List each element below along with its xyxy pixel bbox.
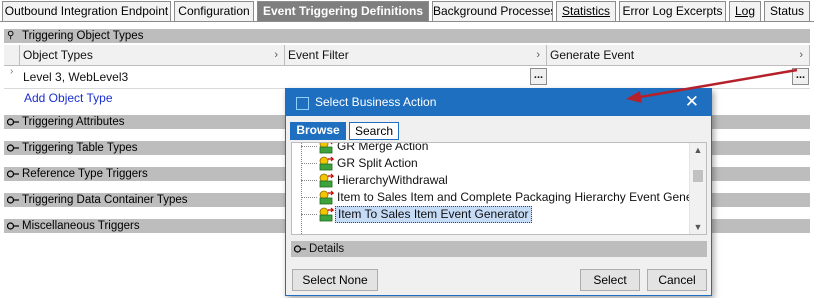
tree-item[interactable]: Item to Sales Item and Complete Packagin… bbox=[292, 189, 706, 206]
business-action-tree[interactable]: GR Merge Action GR Split Action Hierarch… bbox=[291, 142, 707, 235]
scroll-thumb[interactable] bbox=[693, 170, 703, 182]
column-header-object-types[interactable]: Object Types › bbox=[20, 45, 285, 66]
tab-outbound-integration-endpoint[interactable]: Outbound Integration Endpoint bbox=[2, 1, 171, 21]
tab-bar: Outbound Integration Endpoint Configurat… bbox=[0, 0, 814, 22]
expand-icon bbox=[7, 144, 19, 152]
section-label: Triggering Table Types bbox=[22, 142, 138, 154]
add-object-type-link[interactable]: Add Object Type bbox=[24, 91, 113, 105]
select-button[interactable]: Select bbox=[580, 269, 640, 291]
tree-item-label: Item To Sales Item Event Generator bbox=[335, 206, 532, 223]
tree-scrollbar[interactable]: ▲ ▼ bbox=[689, 143, 706, 234]
tab-log-label: Log bbox=[734, 4, 756, 18]
object-types-grid: Object Types › Event Filter › Generate E… bbox=[4, 45, 810, 89]
row-chevron-icon: › bbox=[10, 66, 14, 77]
tab-event-triggering-definitions[interactable]: Event Triggering Definitions bbox=[257, 1, 429, 21]
tree-item-label: HierarchyWithdrawal bbox=[337, 173, 448, 187]
pin-icon: ⚲ bbox=[7, 30, 15, 41]
tree-item-label: GR Split Action bbox=[337, 156, 418, 170]
expand-icon bbox=[7, 118, 19, 126]
tab-statistics[interactable]: Statistics bbox=[556, 1, 616, 21]
row-selector-header bbox=[4, 45, 20, 66]
tree-connector bbox=[301, 197, 317, 198]
dialog-title: Select Business Action bbox=[315, 95, 437, 109]
tree-item-label: Item to Sales Item and Complete Packagin… bbox=[337, 190, 707, 204]
tab-configuration[interactable]: Configuration bbox=[174, 1, 254, 21]
tab-browse[interactable]: Browse bbox=[290, 122, 346, 140]
section-label: Triggering Data Container Types bbox=[22, 194, 188, 206]
tree-item[interactable]: GR Merge Action bbox=[292, 142, 692, 155]
tree-item-label: GR Merge Action bbox=[337, 142, 429, 153]
column-header-label: Object Types bbox=[23, 48, 93, 62]
section-label: Reference Type Triggers bbox=[22, 168, 148, 180]
cancel-button[interactable]: Cancel bbox=[647, 269, 707, 291]
tree-item-selected[interactable]: Item To Sales Item Event Generator bbox=[292, 206, 692, 223]
tree-connector bbox=[301, 180, 317, 181]
section-label: Miscellaneous Triggers bbox=[22, 220, 140, 232]
details-label: Details bbox=[309, 243, 345, 255]
column-header-label: Generate Event bbox=[550, 48, 635, 62]
column-header-label: Event Filter bbox=[288, 48, 349, 62]
tree-item[interactable]: GR Split Action bbox=[292, 155, 692, 172]
business-action-icon bbox=[318, 207, 335, 227]
chevron-right-icon: › bbox=[536, 49, 540, 61]
details-section[interactable]: Details bbox=[291, 241, 707, 257]
tab-statistics-label: Statistics bbox=[561, 4, 610, 18]
chevron-right-icon: › bbox=[274, 49, 278, 61]
tab-error-log-excerpts[interactable]: Error Log Excerpts bbox=[619, 1, 726, 21]
section-label: Triggering Object Types bbox=[22, 30, 144, 42]
tab-divider bbox=[0, 21, 814, 22]
select-none-button[interactable]: Select None bbox=[292, 269, 378, 291]
generate-event-browse-button[interactable]: ... bbox=[792, 68, 809, 85]
select-business-action-dialog: Select Business Action ✕ Browse Search G… bbox=[285, 88, 712, 296]
chevron-right-icon: › bbox=[799, 49, 803, 61]
tab-search[interactable]: Search bbox=[349, 122, 399, 140]
cell-object-type[interactable]: Level 3, WebLevel3 bbox=[23, 66, 128, 89]
tree-connector bbox=[301, 163, 317, 164]
expand-icon bbox=[7, 222, 19, 230]
dialog-title-bar[interactable]: Select Business Action ✕ bbox=[286, 89, 711, 116]
tab-status[interactable]: Status bbox=[764, 1, 810, 21]
tab-log[interactable]: Log bbox=[729, 1, 761, 21]
close-icon[interactable]: ✕ bbox=[685, 92, 699, 112]
section-label: Triggering Attributes bbox=[22, 116, 125, 128]
expand-icon bbox=[7, 170, 19, 178]
column-header-generate-event[interactable]: Generate Event › bbox=[547, 45, 810, 66]
column-header-event-filter[interactable]: Event Filter › bbox=[285, 45, 547, 66]
expand-icon bbox=[7, 196, 19, 204]
expand-icon bbox=[294, 245, 306, 253]
tree-item[interactable]: HierarchyWithdrawal bbox=[292, 172, 692, 189]
scroll-down-icon[interactable]: ▼ bbox=[690, 220, 706, 234]
table-row[interactable]: › Level 3, WebLevel3 ... ... bbox=[4, 66, 810, 89]
section-triggering-object-types[interactable]: ⚲ Triggering Object Types bbox=[4, 29, 810, 43]
scroll-up-icon[interactable]: ▲ bbox=[690, 143, 706, 157]
event-filter-browse-button[interactable]: ... bbox=[530, 68, 547, 85]
tab-background-processes[interactable]: Background Processes bbox=[432, 1, 553, 21]
window-icon bbox=[296, 97, 309, 110]
tree-connector bbox=[301, 214, 317, 215]
tree-connector bbox=[301, 146, 317, 147]
